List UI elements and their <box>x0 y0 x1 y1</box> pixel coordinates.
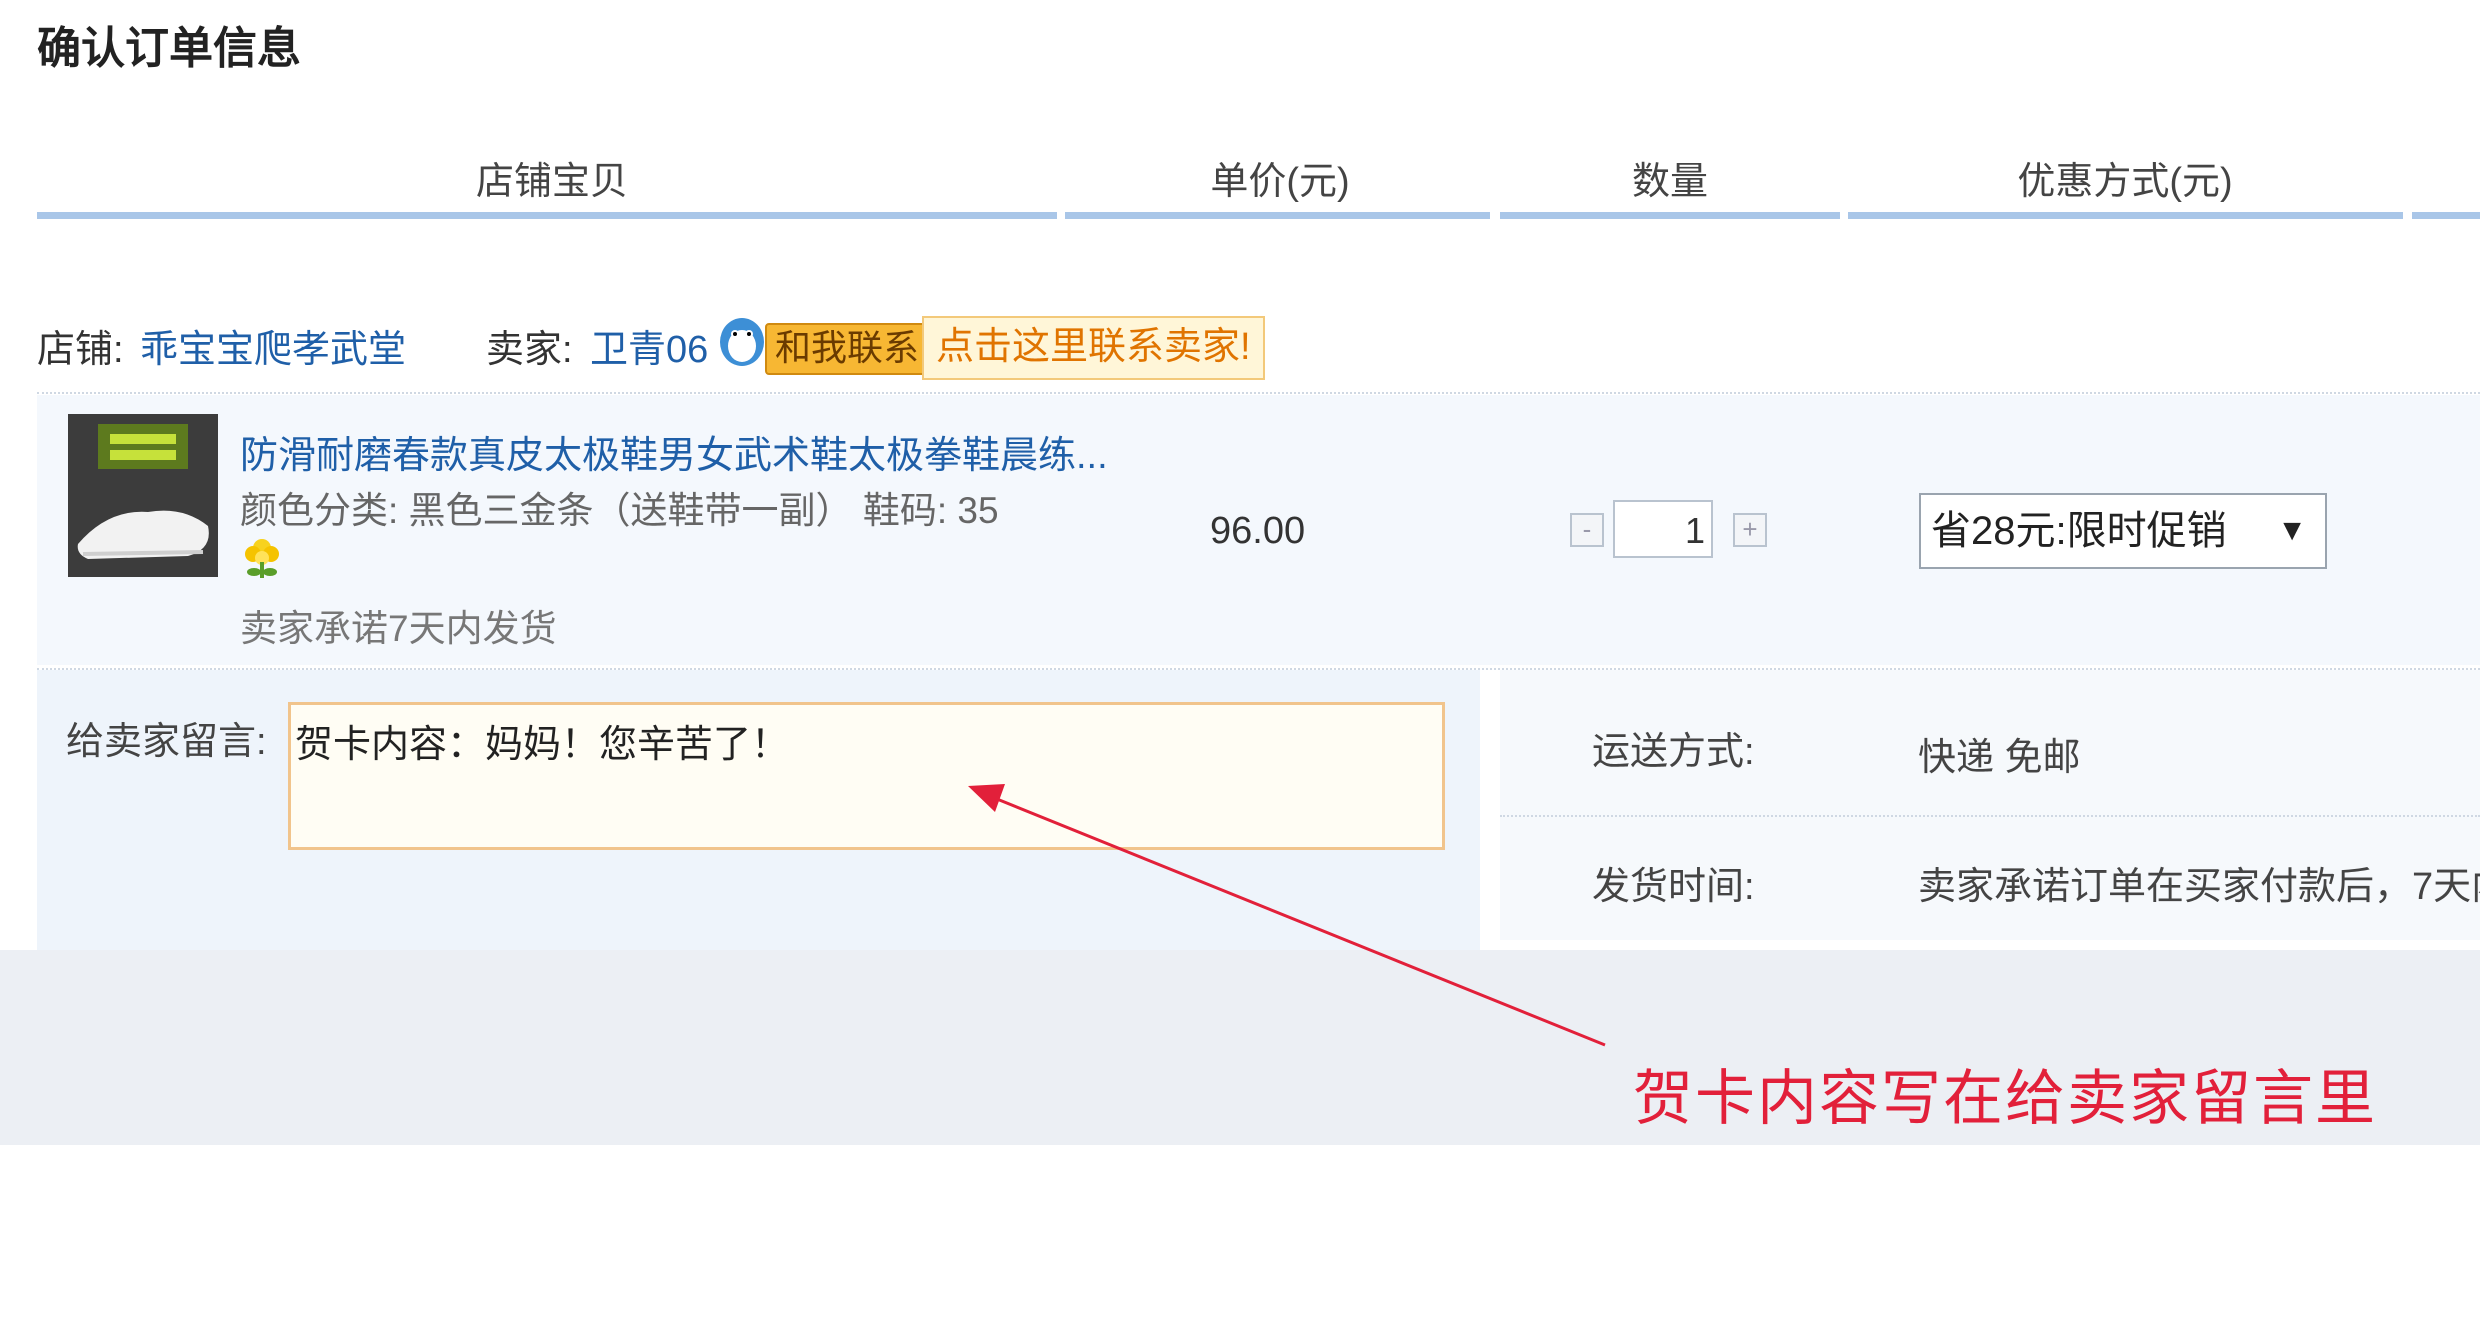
annotation-arrow <box>968 784 1606 1047</box>
annotation-text: 贺卡内容写在给卖家留言里 <box>1633 1065 2377 1132</box>
